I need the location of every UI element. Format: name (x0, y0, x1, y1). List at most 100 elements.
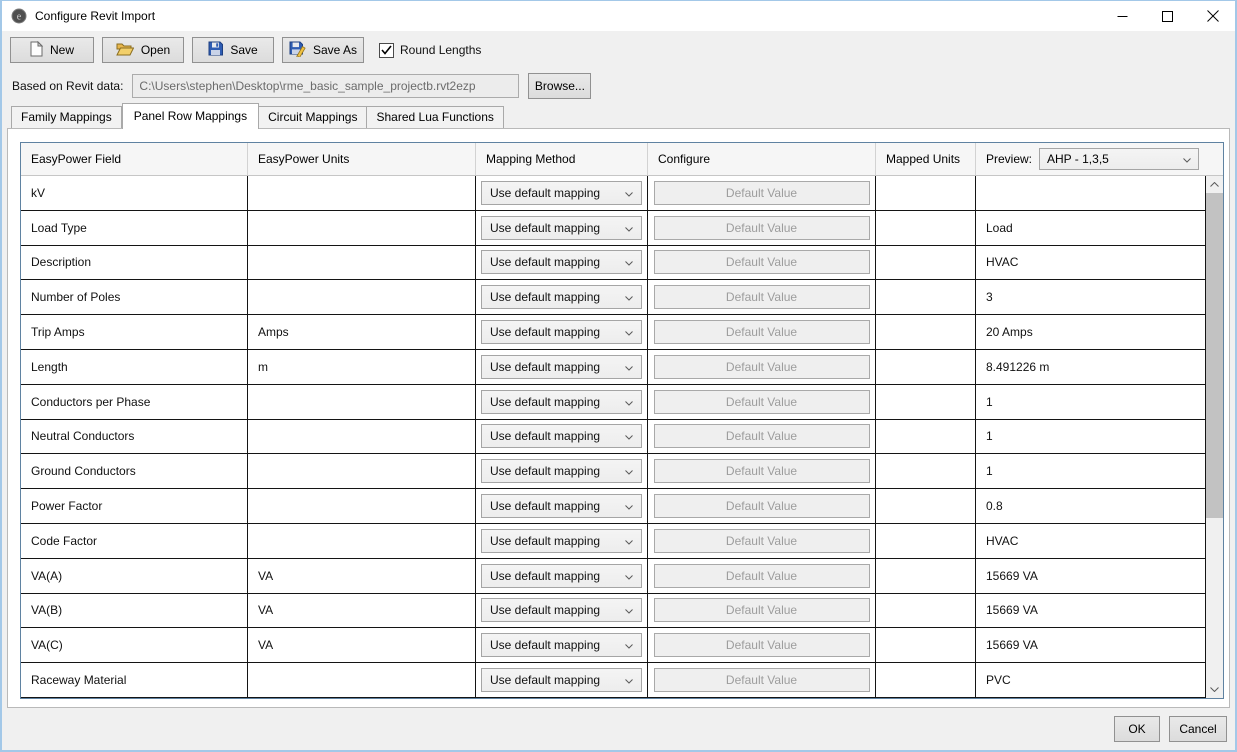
revit-data-row: Based on Revit data: Browse... (2, 69, 1235, 102)
header-scrollbar-spacer (1206, 143, 1223, 175)
table-row: Conductors per Phase Use default mapping… (21, 385, 1206, 420)
mapping-method-select[interactable]: Use default mapping (481, 633, 642, 657)
mapping-method-select[interactable]: Use default mapping (481, 564, 642, 588)
chevron-down-icon (625, 360, 633, 374)
save-button[interactable]: Save (192, 37, 274, 63)
tab-family-mappings[interactable]: Family Mappings (11, 106, 122, 128)
configure-cell: Default Value (648, 246, 876, 280)
toolbar: New Open Save (2, 31, 1235, 69)
default-value-button[interactable]: Default Value (654, 250, 870, 274)
default-value-button[interactable]: Default Value (654, 668, 870, 692)
easypower-field-cell: Code Factor (21, 524, 248, 558)
table-row: VA(C) VA Use default mapping Default Val… (21, 628, 1206, 663)
tab-panel-row-mappings[interactable]: Panel Row Mappings (122, 103, 259, 129)
mapping-method-select[interactable]: Use default mapping (481, 668, 642, 692)
default-value-button[interactable]: Default Value (654, 320, 870, 344)
minimize-icon[interactable] (1100, 1, 1145, 31)
preview-cell: 8.491226 m (976, 350, 1206, 384)
maximize-icon[interactable] (1145, 1, 1190, 31)
browse-button[interactable]: Browse... (528, 73, 591, 99)
easypower-units-cell (248, 524, 476, 558)
chevron-down-icon (625, 569, 633, 583)
round-lengths-label: Round Lengths (400, 43, 481, 57)
revit-data-path-input[interactable] (132, 74, 519, 98)
mapping-method-cell: Use default mapping (476, 594, 648, 628)
mapping-method-select[interactable]: Use default mapping (481, 181, 642, 205)
table-scrollbar[interactable] (1206, 176, 1223, 698)
preview-cell (976, 176, 1206, 210)
easypower-units-cell (248, 489, 476, 523)
footer: OK Cancel (2, 708, 1235, 750)
default-value-button[interactable]: Default Value (654, 564, 870, 588)
chevron-down-icon (625, 186, 633, 200)
mapping-method-select[interactable]: Use default mapping (481, 598, 642, 622)
default-value-button[interactable]: Default Value (654, 181, 870, 205)
open-folder-icon (116, 41, 134, 59)
configure-cell: Default Value (648, 559, 876, 593)
new-button[interactable]: New (10, 37, 94, 63)
mapping-method-select[interactable]: Use default mapping (481, 320, 642, 344)
mapping-method-select[interactable]: Use default mapping (481, 494, 642, 518)
mapped-units-cell (876, 559, 976, 593)
easypower-field-cell: VA(B) (21, 594, 248, 628)
scroll-up-icon[interactable] (1206, 176, 1223, 193)
mapped-units-cell (876, 176, 976, 210)
default-value-button[interactable]: Default Value (654, 285, 870, 309)
default-value-button[interactable]: Default Value (654, 598, 870, 622)
open-button[interactable]: Open (102, 37, 184, 63)
ok-button[interactable]: OK (1114, 716, 1160, 742)
chevron-down-icon (625, 499, 633, 513)
save-as-button[interactable]: Save As (282, 37, 364, 63)
default-value-button[interactable]: Default Value (654, 355, 870, 379)
mappings-table: EasyPower Field EasyPower Units Mapping … (20, 142, 1224, 699)
cancel-button[interactable]: Cancel (1169, 716, 1227, 742)
configure-cell: Default Value (648, 280, 876, 314)
mapped-units-cell (876, 489, 976, 523)
scrollbar-thumb[interactable] (1206, 193, 1223, 518)
mapping-method-select[interactable]: Use default mapping (481, 250, 642, 274)
preview-select[interactable]: AHP - 1,3,5 (1039, 148, 1199, 170)
configure-cell: Default Value (648, 454, 876, 488)
mapping-method-value: Use default mapping (490, 186, 600, 200)
default-value-button[interactable]: Default Value (654, 390, 870, 414)
easypower-field-cell: Raceway Material (21, 663, 248, 697)
default-value-button[interactable]: Default Value (654, 529, 870, 553)
window-title: Configure Revit Import (35, 9, 155, 23)
mapping-method-select[interactable]: Use default mapping (481, 424, 642, 448)
preview-cell: 1 (976, 454, 1206, 488)
scroll-down-icon[interactable] (1206, 681, 1223, 698)
default-value-button[interactable]: Default Value (654, 424, 870, 448)
table-row: Ground Conductors Use default mapping De… (21, 454, 1206, 489)
table-row: Power Factor Use default mapping Default… (21, 489, 1206, 524)
easypower-field-cell: Neutral Conductors (21, 420, 248, 454)
chevron-down-icon (625, 325, 633, 339)
header-configure: Configure (648, 143, 876, 175)
mapping-method-value: Use default mapping (490, 638, 600, 652)
round-lengths-checkbox[interactable] (379, 43, 394, 58)
table-row: kV Use default mapping Default Value (21, 176, 1206, 211)
default-value-button[interactable]: Default Value (654, 633, 870, 657)
mapping-method-value: Use default mapping (490, 534, 600, 548)
mapping-method-cell: Use default mapping (476, 628, 648, 662)
default-value-button[interactable]: Default Value (654, 459, 870, 483)
default-value-button[interactable]: Default Value (654, 494, 870, 518)
tab-circuit-mappings[interactable]: Circuit Mappings (259, 106, 367, 128)
mapping-method-cell: Use default mapping (476, 176, 648, 210)
chevron-down-icon (625, 221, 633, 235)
mapping-method-select[interactable]: Use default mapping (481, 216, 642, 240)
round-lengths-option[interactable]: Round Lengths (379, 43, 481, 58)
mapping-method-select[interactable]: Use default mapping (481, 529, 642, 553)
close-icon[interactable] (1190, 1, 1235, 31)
table-row: Load Type Use default mapping Default Va… (21, 211, 1206, 246)
mapping-method-select[interactable]: Use default mapping (481, 459, 642, 483)
mapping-method-select[interactable]: Use default mapping (481, 285, 642, 309)
save-disk-icon (208, 41, 223, 59)
tab-shared-lua-functions[interactable]: Shared Lua Functions (367, 106, 503, 128)
tab-bar: Family Mappings Panel Row Mappings Circu… (2, 102, 1235, 128)
mapping-method-select[interactable]: Use default mapping (481, 355, 642, 379)
default-value-button[interactable]: Default Value (654, 216, 870, 240)
table-row: Raceway Material Use default mapping Def… (21, 663, 1206, 698)
mapping-method-select[interactable]: Use default mapping (481, 390, 642, 414)
chevron-down-icon (1183, 152, 1191, 166)
easypower-field-cell: Trip Amps (21, 315, 248, 349)
